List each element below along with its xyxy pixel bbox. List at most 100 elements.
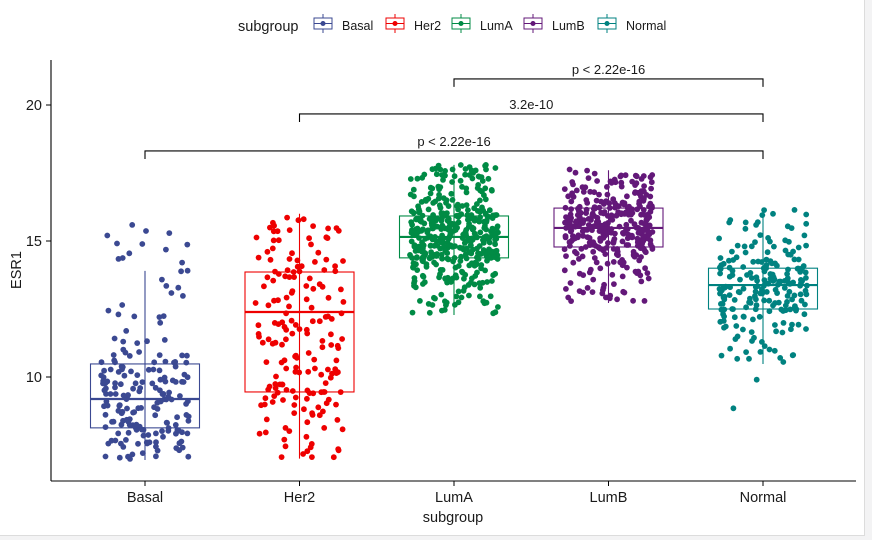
data-point	[795, 244, 802, 251]
data-point	[278, 454, 285, 460]
data-point	[798, 277, 804, 283]
data-point	[271, 393, 278, 399]
data-point	[115, 311, 122, 318]
data-point	[648, 185, 654, 192]
data-point	[457, 177, 464, 184]
data-point	[470, 226, 476, 233]
data-point	[118, 440, 124, 447]
data-point	[731, 297, 738, 303]
data-point	[490, 212, 496, 219]
data-point	[481, 225, 488, 231]
data-point	[476, 218, 483, 225]
data-point	[461, 284, 468, 291]
data-point	[752, 288, 759, 295]
data-point	[308, 241, 314, 248]
data-point	[632, 268, 639, 275]
data-point	[454, 201, 461, 208]
data-point	[638, 254, 644, 260]
data-point	[184, 267, 191, 274]
data-point	[419, 174, 426, 181]
data-point	[339, 336, 345, 342]
data-point	[179, 259, 186, 266]
data-point	[275, 237, 282, 244]
legend-label: Normal	[626, 19, 666, 33]
data-point	[641, 195, 647, 202]
data-point	[156, 314, 163, 320]
data-point	[435, 162, 442, 169]
legend: subgroup Basal Her2 LumA LumB Normal	[238, 14, 666, 35]
data-point	[328, 316, 335, 322]
data-point	[740, 326, 746, 333]
data-point	[262, 429, 269, 436]
data-point	[264, 274, 271, 281]
data-point	[757, 349, 764, 355]
data-point	[305, 350, 312, 356]
data-point	[801, 311, 808, 318]
data-point	[777, 355, 784, 361]
data-point	[281, 436, 288, 443]
data-point	[464, 245, 470, 252]
data-point	[740, 264, 747, 270]
data-point	[624, 264, 630, 271]
data-point	[795, 256, 802, 263]
data-point	[306, 235, 312, 242]
legend-item-lumb: LumB	[523, 14, 585, 33]
data-point	[119, 255, 126, 261]
data-point	[256, 430, 263, 437]
data-point	[600, 210, 607, 217]
data-point	[119, 302, 126, 308]
data-point	[644, 270, 651, 276]
data-point	[157, 319, 164, 326]
data-point	[289, 288, 296, 294]
data-point	[620, 230, 627, 237]
data-point	[252, 300, 259, 306]
data-point	[107, 366, 114, 373]
legend-key-point	[530, 21, 536, 26]
data-point	[718, 352, 725, 359]
data-point	[112, 391, 119, 397]
data-point	[797, 291, 804, 298]
data-point	[585, 175, 592, 182]
data-point	[408, 229, 415, 236]
data-point	[183, 401, 190, 407]
data-point	[433, 261, 439, 268]
data-point	[133, 421, 140, 428]
data-point	[411, 278, 418, 284]
data-point	[295, 217, 302, 224]
data-point	[156, 367, 163, 374]
data-point	[782, 302, 789, 309]
data-point	[255, 254, 262, 261]
legend-key-point	[604, 21, 610, 26]
data-point	[572, 169, 579, 176]
data-point	[593, 197, 600, 204]
legend-key-point	[392, 21, 398, 26]
data-point	[761, 297, 767, 304]
data-point	[647, 241, 654, 248]
data-point	[340, 299, 347, 305]
data-point	[291, 410, 298, 416]
data-point	[443, 302, 449, 308]
data-point	[121, 372, 128, 379]
data-point	[466, 292, 472, 299]
data-point	[292, 353, 298, 360]
data-point	[264, 248, 271, 255]
data-point	[492, 309, 499, 316]
data-point	[434, 251, 440, 257]
data-point	[136, 349, 143, 355]
data-point	[726, 292, 733, 298]
data-point	[335, 447, 342, 454]
data-point	[315, 404, 322, 411]
bracket-luma-normal: p < 2.22e-16	[453, 62, 764, 87]
data-point	[763, 289, 770, 295]
data-point	[312, 365, 318, 372]
data-point	[618, 183, 625, 190]
data-point	[463, 238, 469, 245]
data-point	[125, 418, 132, 425]
data-point	[716, 235, 722, 242]
data-point	[457, 245, 464, 251]
data-point	[479, 178, 486, 184]
data-point	[292, 322, 299, 328]
data-point	[493, 247, 500, 254]
data-point	[748, 329, 755, 335]
p-value-label: p < 2.22e-16	[417, 134, 490, 149]
